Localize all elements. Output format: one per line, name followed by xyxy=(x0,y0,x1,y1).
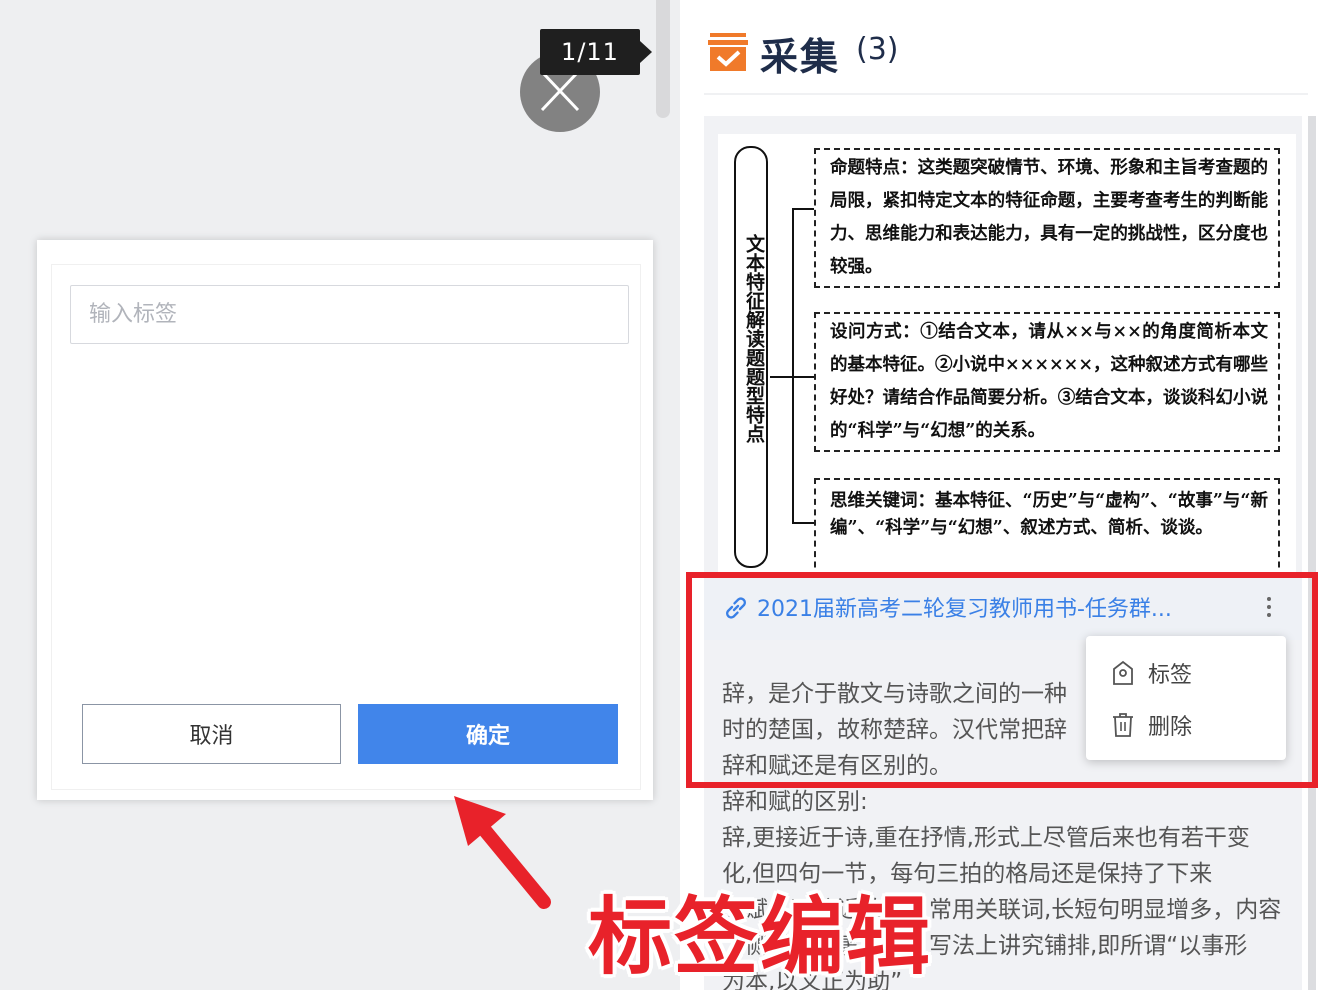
side-label-text: 文本特征解读题题型特点 xyxy=(743,234,765,443)
bracket-stub-3 xyxy=(792,522,814,524)
bracket-stub-2 xyxy=(770,376,814,378)
collected-item-card: 文本特征解读题题型特点 命题特点：这类题突破情节、环境、形象和主旨考查题的局限，… xyxy=(704,116,1302,990)
tag-input[interactable] xyxy=(70,285,629,344)
annotation-highlight-box xyxy=(686,572,1318,788)
panel-title: 采集 xyxy=(760,35,841,79)
collect-panel-header: 采集 (3) xyxy=(680,0,1318,96)
tag-dialog: 取消 确定 xyxy=(37,240,653,800)
annotation-arrow-icon xyxy=(454,796,551,909)
cancel-button[interactable]: 取消 xyxy=(82,704,341,764)
bracket-stub-1 xyxy=(792,208,814,210)
article-line: 辞,更接近于诗,重在抒情,形式上尽管后来也有若干变 xyxy=(722,825,1250,851)
collected-image[interactable]: 文本特征解读题题型特点 命题特点：这类题突破情节、环境、形象和主旨考查题的局限，… xyxy=(718,134,1296,580)
collect-box-icon xyxy=(708,33,748,71)
bracket-line xyxy=(792,208,794,522)
confirm-button[interactable]: 确定 xyxy=(358,704,618,764)
feature-box-1: 命题特点：这类题突破情节、环境、形象和主旨考查题的局限，紧扣特定文本的特征命题，… xyxy=(814,148,1280,288)
article-line: 辞和赋的区别: xyxy=(722,789,868,815)
annotation-caption: 标签编辑 xyxy=(588,888,933,986)
side-label-frame: 文本特征解读题题型特点 xyxy=(734,146,768,568)
collect-count: (3) xyxy=(856,32,899,67)
collect-panel: 采集 (3) 文本特征解读题题型特点 命题特点：这类题突破情节、环境、形象和主旨… xyxy=(680,0,1318,990)
viewer-scrollbar[interactable] xyxy=(656,0,670,118)
page-counter: 1/11 xyxy=(540,29,652,75)
panel-scrollbar[interactable] xyxy=(1308,116,1316,990)
feature-box-3: 思维关键词：基本特征、“历史”与“虚构”、“故事”与“新编”、“科学”与“幻想”… xyxy=(814,478,1280,578)
header-divider xyxy=(704,93,1308,95)
feature-box-2: 设问方式：①结合文本，请从××与××的角度简析本文的基本特征。②小说中×××××… xyxy=(814,312,1280,452)
